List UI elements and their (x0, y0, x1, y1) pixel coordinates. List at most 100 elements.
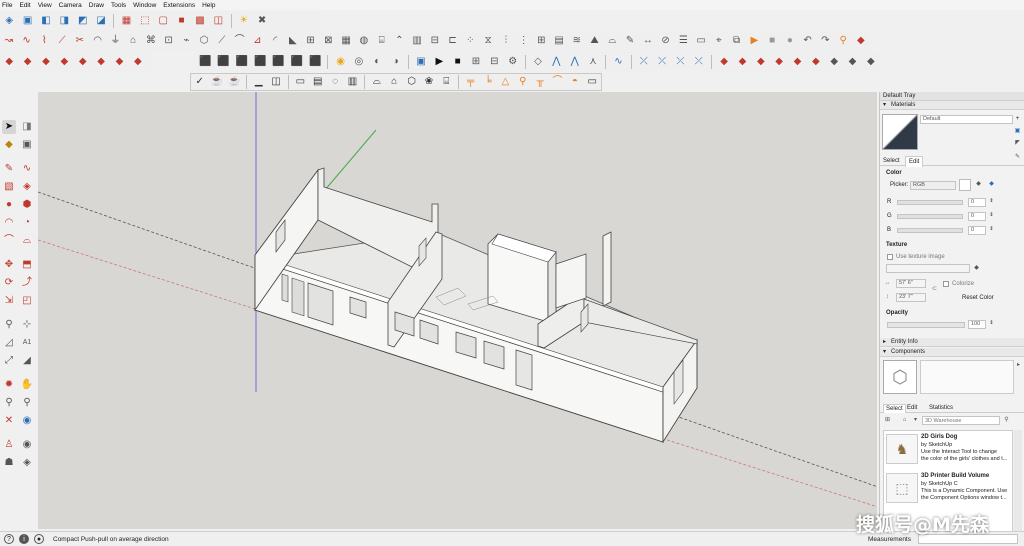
walk-icon[interactable]: ☗ (2, 456, 16, 470)
channel-g-value[interactable]: 0 (968, 212, 986, 221)
pie-icon[interactable]: ◔ (20, 216, 34, 230)
wave-icon[interactable]: ∿ (611, 55, 625, 69)
loft-icon[interactable]: ⌂ (126, 34, 139, 48)
zoom-window-icon[interactable]: ⚲ (20, 396, 34, 410)
table-icon[interactable]: ╤ (464, 75, 477, 89)
materials-section-header[interactable]: ▾ Materials (880, 101, 1024, 110)
scene-tool-icon[interactable]: ▭ (694, 34, 707, 48)
polygon-icon[interactable]: ⬢ (20, 198, 34, 212)
tab-components-select[interactable]: Select (883, 404, 906, 413)
material-tool-icon[interactable]: ◆ (754, 55, 768, 69)
section-plane-icon[interactable]: ◈ (20, 456, 34, 470)
material-swatch[interactable] (882, 114, 918, 150)
fillet-icon[interactable]: ⌒ (233, 34, 246, 48)
two-point-arc-icon[interactable]: ⌓ (20, 234, 34, 248)
plugin-red-cube-icon[interactable]: ◆ (94, 55, 108, 69)
spinner-icon[interactable]: ⇕ (988, 198, 995, 205)
shaded-icon[interactable]: ■ (175, 14, 189, 28)
door-tool-icon[interactable]: ⊏ (446, 34, 459, 48)
colorize-checkbox[interactable] (943, 281, 949, 287)
channel-b-slider[interactable] (897, 228, 963, 233)
menu-window[interactable]: Window (133, 2, 156, 9)
channel-r-slider[interactable] (897, 200, 963, 205)
result-thumbnail[interactable]: ♞ (886, 434, 918, 464)
front-view-icon[interactable]: ◧ (39, 14, 53, 28)
chair-icon[interactable]: ╘ (482, 75, 495, 89)
user-icon[interactable]: ● (34, 534, 44, 544)
explode-icon[interactable]: ⬛ (235, 55, 249, 69)
hidden-line-icon[interactable]: ▢ (156, 14, 170, 28)
create-material-icon[interactable]: ▣ (1014, 128, 1021, 135)
settings-gear-icon[interactable]: ⚙ (506, 55, 520, 69)
channel-r-value[interactable]: 0 (968, 198, 986, 207)
chamfer-icon[interactable]: ⊿ (251, 34, 264, 48)
subdivide-icon[interactable]: ▦ (339, 34, 352, 48)
right-view-icon[interactable]: ◨ (57, 14, 71, 28)
frame-tool-icon[interactable]: ▭ (586, 75, 599, 89)
panel-icon[interactable]: ▤ (311, 75, 324, 89)
grid-icon[interactable]: ⊞ (535, 34, 548, 48)
menu-view[interactable]: View (38, 2, 52, 9)
hatch-icon[interactable]: ▤ (552, 34, 565, 48)
three-point-arc-icon[interactable]: ⌒ (2, 234, 16, 248)
cross-line-icon[interactable]: ⤫ (692, 55, 706, 69)
circle-icon[interactable]: ● (2, 198, 16, 212)
rotate-icon[interactable]: ⟳ (2, 276, 16, 290)
check-icon[interactable]: ✓ (193, 75, 206, 89)
iso-view-icon[interactable]: ◈ (2, 14, 16, 28)
color-match-icon[interactable]: ◆ (975, 181, 982, 188)
cross-line-icon[interactable]: ⤫ (673, 55, 687, 69)
material-tool-icon[interactable]: ◆ (735, 55, 749, 69)
drape-icon[interactable]: ⌓ (606, 34, 619, 48)
hide-icon[interactable]: ⬛ (272, 55, 286, 69)
record-icon[interactable]: ● (783, 34, 796, 48)
monochrome-icon[interactable]: ◫ (211, 14, 225, 28)
dome-icon[interactable]: ⌓ (370, 75, 383, 89)
menu-tools[interactable]: Tools (111, 2, 126, 9)
back-view-icon[interactable]: ◩ (76, 14, 90, 28)
tab-components-edit[interactable]: Edit (907, 405, 917, 411)
stop-icon[interactable]: ■ (451, 55, 465, 69)
flatten-icon[interactable]: ⏚ (109, 34, 122, 48)
texture-path-field[interactable] (886, 264, 970, 273)
half-dome-icon[interactable]: ◓ (568, 75, 581, 89)
eraser-icon[interactable]: ◨ (20, 120, 34, 134)
shape-icon[interactable]: ◌ (329, 75, 342, 89)
details-arrow-icon[interactable]: ▸ (1015, 362, 1022, 369)
rectangle-icon[interactable]: ▧ (2, 180, 16, 194)
undo-icon[interactable]: ↶ (801, 34, 814, 48)
mountain-icon[interactable]: ⋀ (549, 55, 563, 69)
components-section-header[interactable]: ▾ Components (880, 348, 1024, 357)
terrain-icon[interactable]: ⛰ (588, 34, 601, 48)
tab-components-statistics[interactable]: Statistics (929, 405, 953, 411)
cabinet-icon[interactable]: ▥ (346, 75, 359, 89)
dropdown-arrow-icon[interactable]: ▾ (912, 417, 919, 424)
channel-g-slider[interactable] (897, 214, 963, 219)
material-name-field[interactable]: Default (920, 115, 1013, 124)
texture-height-field[interactable]: 23' 7" (896, 293, 926, 302)
material-tool-icon[interactable]: ◆ (864, 55, 878, 69)
layer-tool-icon[interactable]: ☰ (677, 34, 690, 48)
play-icon[interactable]: ▶ (432, 55, 446, 69)
protractor-icon[interactable]: ◿ (2, 336, 16, 350)
menu-help[interactable]: Help (202, 2, 215, 9)
slice-icon[interactable]: ⟋ (215, 34, 228, 48)
line-icon[interactable]: ✎ (2, 162, 16, 176)
menu-camera[interactable]: Camera (59, 2, 82, 9)
redo-icon[interactable]: ↷ (819, 34, 832, 48)
help-icon[interactable]: ? (4, 534, 14, 544)
teapot-icon[interactable]: ☕ (228, 75, 241, 89)
distribute-icon[interactable]: ⋮ (517, 34, 530, 48)
drawing-viewport[interactable] (38, 92, 877, 529)
label-tool-icon[interactable]: ✎ (623, 34, 636, 48)
opacity-slider[interactable] (887, 322, 965, 328)
material-tool-icon[interactable]: ◆ (827, 55, 841, 69)
play-animation-icon[interactable]: ▶ (748, 34, 761, 48)
unhide-icon[interactable]: ⬛ (290, 55, 304, 69)
lamp-icon[interactable]: ⚲ (516, 75, 529, 89)
browse-texture-icon[interactable]: ◆ (973, 265, 980, 272)
view-options-icon[interactable]: ⊞ (884, 417, 891, 424)
menu-extensions[interactable]: Extensions (163, 2, 195, 9)
sun-icon[interactable]: ☀ (237, 14, 251, 28)
plant-icon[interactable]: ❀ (422, 75, 435, 89)
